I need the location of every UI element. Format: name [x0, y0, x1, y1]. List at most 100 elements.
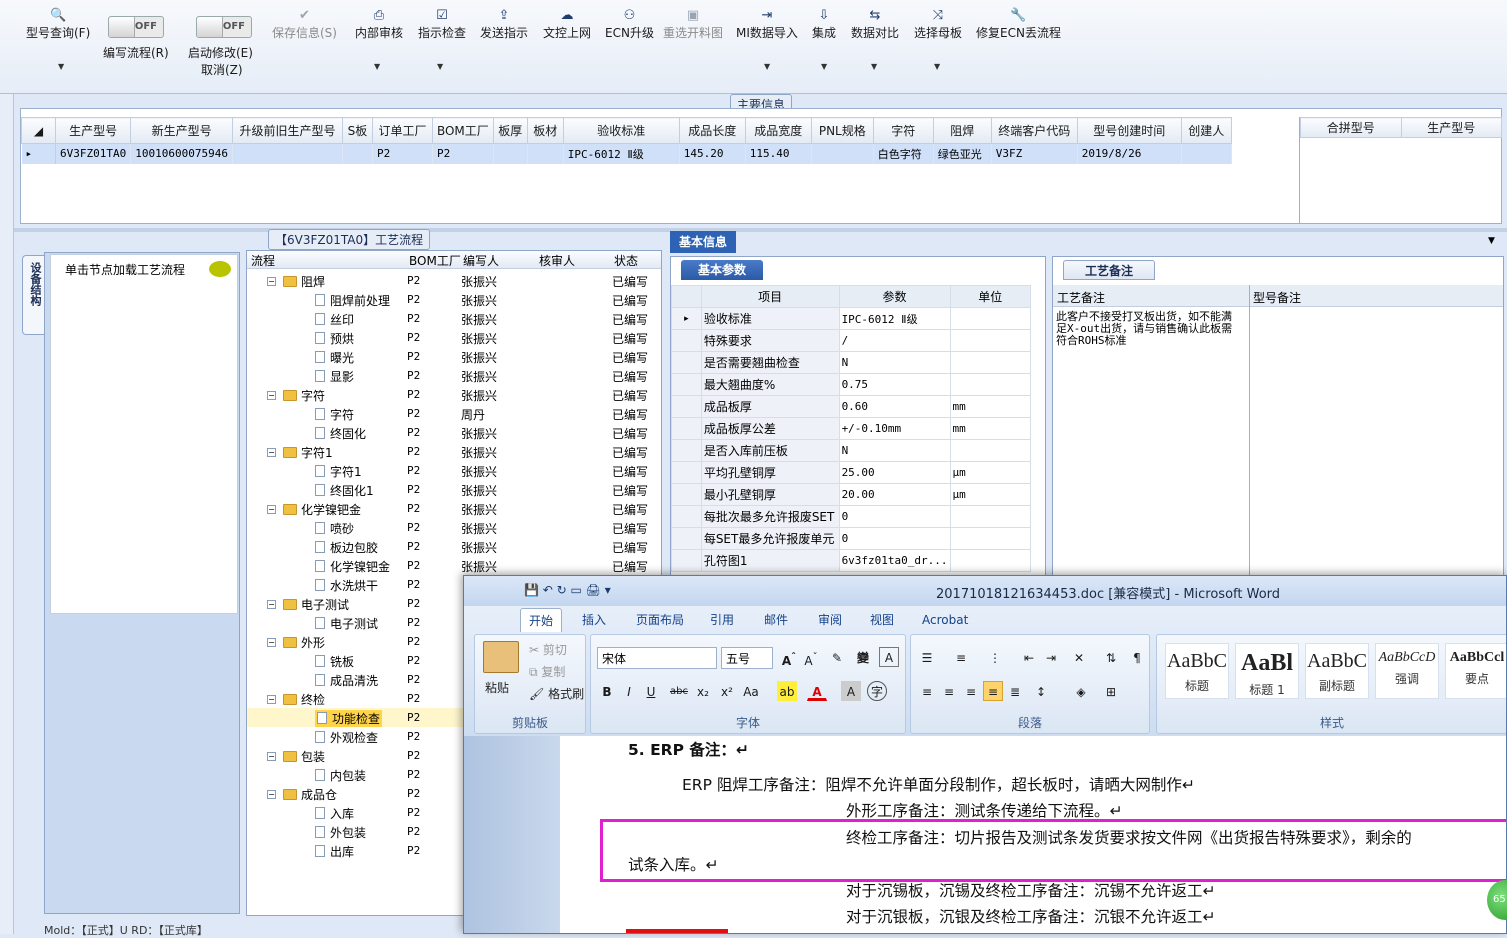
style-preset[interactable]: AaBbCcl 要点 [1445, 643, 1506, 699]
main-col-header[interactable]: 板材 [526, 117, 564, 144]
main-cell[interactable]: 2019/8/26 [1077, 143, 1182, 164]
production-model-header[interactable]: 生产型号 [1400, 117, 1502, 138]
chevron-down-icon[interactable]: ▼ [437, 62, 443, 71]
main-cell[interactable]: IPC-6012 Ⅱ级 [563, 143, 680, 164]
char-shading-icon[interactable]: A [841, 681, 861, 701]
subscript-icon[interactable]: x₂ [693, 681, 713, 701]
collapse-toggle-icon[interactable]: − [267, 387, 279, 401]
tree-row[interactable]: 曝光 P2 张振兴 已编写 [247, 347, 661, 366]
model-query-button[interactable]: 🔍 型号查询(F) [26, 8, 90, 41]
main-col-header[interactable]: 生产型号 [54, 117, 132, 144]
chevron-down-icon[interactable]: ▼ [374, 62, 380, 71]
chevron-down-icon[interactable]: ▼ [934, 62, 940, 71]
collapse-toggle-icon[interactable]: − [267, 634, 279, 648]
collapse-toggle-icon[interactable]: − [267, 501, 279, 515]
tree-row[interactable]: 丝印 P2 张振兴 已编写 [247, 309, 661, 328]
param-row[interactable]: 成品板厚 0.60 mm [671, 395, 1032, 418]
tree-row[interactable]: − 字符 P2 张振兴 已编写 [247, 385, 661, 404]
tree-row[interactable]: 终固化 P2 张振兴 已编写 [247, 423, 661, 442]
flow-column-header[interactable]: 流程 [251, 252, 275, 269]
numbering-icon[interactable]: ≡ [951, 647, 971, 667]
align-center-icon[interactable]: ≡ [939, 681, 959, 701]
row-pointer-icon[interactable]: ▸ [21, 143, 56, 164]
param-row[interactable]: 是否入库前压板 N [671, 439, 1032, 462]
quick-access-toolbar[interactable]: 💾 ↶ ↻ ▭ 🖨 ▾ [524, 583, 611, 597]
style-preset[interactable]: AaBbC 副标题 [1305, 643, 1369, 699]
repair-ecn-flow-button[interactable]: 🔧 修复ECN丢流程 [976, 8, 1061, 41]
tree-row[interactable]: 化学镍钯金 P2 张振兴 已编写 [247, 556, 661, 575]
author-column-header[interactable]: 编写人 [463, 252, 499, 269]
doc-control-online-button[interactable]: ☁ 文控上网 [543, 8, 591, 41]
ecn-upgrade-button[interactable]: ⚇ ECN升级 [605, 8, 654, 41]
param-row[interactable]: 平均孔壁铜厚 25.00 μm [671, 461, 1032, 484]
main-col-header[interactable]: 成品宽度 [744, 117, 812, 144]
tree-row[interactable]: 终固化1 P2 张振兴 已编写 [247, 480, 661, 499]
chevron-down-icon[interactable]: ▼ [58, 62, 64, 71]
main-cell[interactable]: 白色字符 [873, 143, 934, 164]
font-name-select[interactable]: 宋体 [597, 647, 717, 669]
main-cell[interactable] [527, 143, 564, 164]
ribbon-tab[interactable]: 邮件 [756, 608, 796, 632]
line-spacing-icon[interactable]: ↕ [1031, 681, 1051, 701]
param-row[interactable]: 每批次最多允许报废SET 0 [671, 505, 1032, 528]
collapse-toggle-icon[interactable]: − [267, 444, 279, 458]
main-col-header[interactable]: 阻焊 [932, 117, 992, 144]
process-notes-header[interactable]: 工艺备注 [1057, 289, 1105, 306]
process-note-text[interactable]: 此客户不接受打叉板出货，如不能满足X-out出货，请与销售确认此板需符合ROHS… [1056, 311, 1234, 347]
splitter[interactable] [14, 228, 1507, 232]
data-compare-button[interactable]: ⇆ 数据对比 [851, 8, 899, 41]
basic-params-tab[interactable]: 基本参数 [681, 260, 763, 280]
param-column-header[interactable]: 参数 [838, 285, 951, 308]
collapse-toggle-icon[interactable]: − [267, 691, 279, 705]
clear-format-icon[interactable]: ✎ [827, 647, 847, 667]
main-col-header[interactable]: 成品长度 [678, 117, 746, 144]
main-cell[interactable]: P2 [372, 143, 433, 164]
chevron-down-icon[interactable]: ▼ [764, 62, 770, 71]
process-notes-tab[interactable]: 工艺备注 [1063, 260, 1155, 280]
document-line[interactable]: 外形工序备注：测试条传递给下流程。↵ [846, 799, 1123, 821]
tree-row[interactable]: 字符 P2 周丹 已编写 [247, 404, 661, 423]
paste-button[interactable]: 粘贴 [485, 679, 509, 696]
document-line[interactable]: 试条入库。↵ [628, 853, 719, 875]
main-cell[interactable]: P2 [432, 143, 494, 164]
collapse-toggle-icon[interactable]: − [267, 786, 279, 800]
phonetic-guide-icon[interactable]: 變 [853, 647, 873, 667]
bullets-icon[interactable]: ☰ [917, 647, 937, 667]
style-preset[interactable]: AaBbC 标题 [1165, 643, 1229, 699]
collapse-toggle-icon[interactable]: − [267, 273, 279, 287]
main-col-header[interactable]: 型号创建时间 [1076, 117, 1182, 144]
tree-row[interactable]: − 字符1 P2 张振兴 已编写 [247, 442, 661, 461]
collapse-toggle-icon[interactable]: − [267, 748, 279, 762]
italic-icon[interactable]: I [619, 681, 639, 701]
superscript-icon[interactable]: x² [717, 681, 737, 701]
unit-column-header[interactable]: 单位 [949, 285, 1032, 308]
cut-button[interactable]: ✂ 剪切 [529, 641, 567, 658]
align-left-icon[interactable]: ≡ [917, 681, 937, 701]
document-line[interactable]: 对于沉锡板，沉锡及终检工序备注：沉锡不允许返工↵ [846, 879, 1216, 901]
chevron-down-icon[interactable]: ▼ [1488, 236, 1495, 246]
style-preset[interactable]: AaBl 标题 1 [1235, 643, 1299, 699]
main-col-header[interactable]: BOM工厂 [431, 117, 494, 144]
equipment-structure-tab[interactable]: 设备结构 [22, 255, 46, 335]
param-row[interactable]: 最小孔壁铜厚 20.00 μm [671, 483, 1032, 506]
shrink-font-icon[interactable]: Aˇ [801, 647, 821, 668]
bom-column-header[interactable]: BOM工厂 [409, 252, 461, 269]
document-line[interactable]: 对于沉银板，沉银及终检工序备注：沉银不允许返工↵ [846, 905, 1216, 927]
collapse-toggle-icon[interactable]: − [267, 596, 279, 610]
shading-icon[interactable]: ◈ [1071, 681, 1091, 701]
justify-icon[interactable]: ≡ [983, 681, 1003, 701]
tree-row[interactable]: − 阻焊 P2 张振兴 已编写 [247, 271, 661, 290]
bold-icon[interactable]: B [597, 681, 617, 701]
copy-button[interactable]: ⧉ 复制 [529, 663, 565, 680]
strikethrough-icon[interactable]: abc [669, 681, 689, 701]
main-cell[interactable]: 6V3FZ01TA0 [55, 143, 132, 164]
basic-info-tab[interactable]: 基本信息 [670, 231, 736, 253]
send-instruction-button[interactable]: ⇪ 发送指示 [480, 8, 528, 41]
param-row[interactable]: 最大翘曲度% 0.75 [671, 373, 1032, 396]
highlight-icon[interactable]: ab [777, 681, 797, 701]
integrate-button[interactable]: ⇩ 集成 [812, 8, 836, 41]
char-border-icon[interactable]: A [879, 647, 899, 667]
borders-icon[interactable]: ⊞ [1101, 681, 1121, 701]
main-cell[interactable]: 绿色亚光 [933, 143, 992, 164]
param-row[interactable]: 是否需要翘曲检查 N [671, 351, 1032, 374]
